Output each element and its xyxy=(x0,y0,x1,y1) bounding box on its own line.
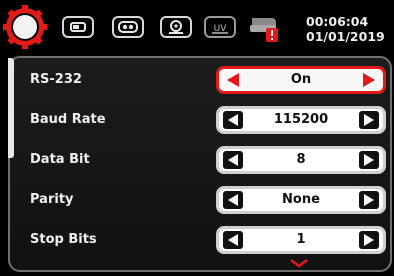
clock: 00:06:04 01/01/2019 xyxy=(306,14,385,44)
data-bit-selector[interactable]: 8 xyxy=(216,146,386,174)
tab-display[interactable] xyxy=(62,16,94,38)
webcam-icon xyxy=(169,20,183,34)
right-arrow-icon[interactable] xyxy=(359,151,379,169)
stop-bits-selector[interactable]: 1 xyxy=(216,226,386,254)
tab-uv[interactable]: UV xyxy=(204,16,236,38)
setting-value: None xyxy=(282,192,320,207)
setting-row-parity: Parity None xyxy=(30,186,390,216)
right-arrow-icon[interactable] xyxy=(359,231,379,249)
settings-gear-icon[interactable] xyxy=(2,4,48,50)
tab-camera[interactable] xyxy=(112,16,144,38)
setting-label: Parity xyxy=(30,192,74,207)
scroll-down-chevron-icon[interactable] xyxy=(288,257,310,269)
right-arrow-icon[interactable] xyxy=(359,111,379,129)
setting-value: On xyxy=(290,72,312,87)
right-arrow-icon[interactable] xyxy=(359,191,379,209)
screen: UV 00:06:04 01/01/2019 RS-232 On Baud Ra… xyxy=(0,0,394,276)
date-text: 01/01/2019 xyxy=(306,29,385,44)
setting-label: Baud Rate xyxy=(30,112,106,127)
parity-selector[interactable]: None xyxy=(216,186,386,214)
display-icon xyxy=(70,22,86,32)
right-arrow-icon[interactable] xyxy=(359,71,379,89)
setting-value: 115200 xyxy=(273,112,329,127)
top-bar: UV 00:06:04 01/01/2019 xyxy=(0,0,394,56)
setting-row-baud-rate: Baud Rate 115200 xyxy=(30,106,390,136)
printer-alert-icon xyxy=(250,18,278,42)
tab-webcam[interactable] xyxy=(160,16,192,38)
setting-label: Data Bit xyxy=(30,152,90,167)
setting-label: RS-232 xyxy=(30,72,82,87)
camera-icon xyxy=(118,21,138,33)
time-text: 00:06:04 xyxy=(306,14,369,29)
left-arrow-icon[interactable] xyxy=(223,191,243,209)
rs232-selector[interactable]: On xyxy=(216,66,386,94)
setting-row-stop-bits: Stop Bits 1 xyxy=(30,226,390,256)
setting-value: 1 xyxy=(296,232,306,247)
left-arrow-icon[interactable] xyxy=(223,71,243,89)
setting-row-data-bit: Data Bit 8 xyxy=(30,146,390,176)
left-arrow-icon[interactable] xyxy=(223,111,243,129)
setting-label: Stop Bits xyxy=(30,232,97,247)
baud-rate-selector[interactable]: 115200 xyxy=(216,106,386,134)
setting-row-rs232: RS-232 On xyxy=(30,66,390,96)
left-arrow-icon[interactable] xyxy=(223,151,243,169)
setting-value: 8 xyxy=(296,152,306,167)
tab-printer[interactable] xyxy=(250,16,282,42)
uv-icon: UV xyxy=(212,24,228,34)
left-arrow-icon[interactable] xyxy=(223,231,243,249)
scrollbar-thumb[interactable] xyxy=(8,58,14,158)
